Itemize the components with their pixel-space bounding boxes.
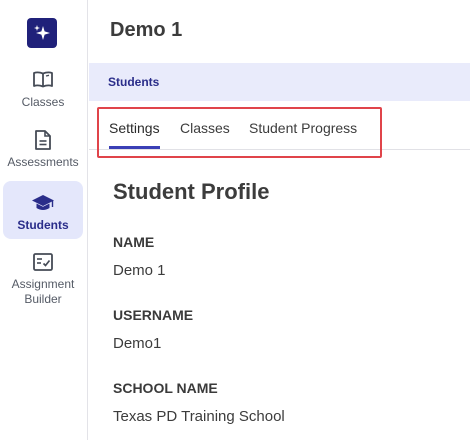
- tab-classes[interactable]: Classes: [180, 120, 230, 146]
- nav-item-assessments[interactable]: Assessments: [3, 128, 83, 174]
- nav-item-label: Students: [17, 218, 69, 232]
- breadcrumb-students[interactable]: Students: [108, 75, 159, 89]
- nav-item-label: Classes: [21, 95, 65, 109]
- document-icon: [31, 128, 55, 152]
- checklist-icon: [31, 250, 55, 274]
- sparkle-icon: [34, 25, 50, 40]
- nav-item-students[interactable]: Students: [3, 181, 83, 239]
- tab-student-progress[interactable]: Student Progress: [249, 120, 357, 146]
- username-value: Demo1: [113, 335, 162, 352]
- page-title: Demo 1: [110, 19, 183, 41]
- app-root: Classes Assessments Students Assignment …: [0, 0, 470, 440]
- book-open-icon: [31, 68, 55, 92]
- profile-title: Student Profile: [113, 179, 270, 204]
- school-name-label: SCHOOL NAME: [113, 380, 218, 396]
- tab-bar: Settings Classes Student Progress: [89, 106, 470, 150]
- breadcrumb-bar: Students: [89, 63, 470, 101]
- nav-item-label: Assignment Builder: [11, 277, 75, 306]
- nav-item-classes[interactable]: Classes: [3, 68, 83, 114]
- tab-settings[interactable]: Settings: [109, 120, 160, 149]
- nav-item-assignment-builder[interactable]: Assignment Builder: [3, 250, 83, 310]
- school-name-value: Texas PD Training School: [113, 408, 285, 425]
- name-value: Demo 1: [113, 262, 166, 279]
- app-logo[interactable]: [27, 18, 57, 48]
- nav-rail: Classes Assessments Students Assignment …: [0, 0, 88, 440]
- graduation-cap-icon: [31, 191, 55, 215]
- nav-item-label: Assessments: [7, 155, 79, 169]
- username-label: USERNAME: [113, 307, 194, 323]
- name-label: NAME: [113, 234, 155, 250]
